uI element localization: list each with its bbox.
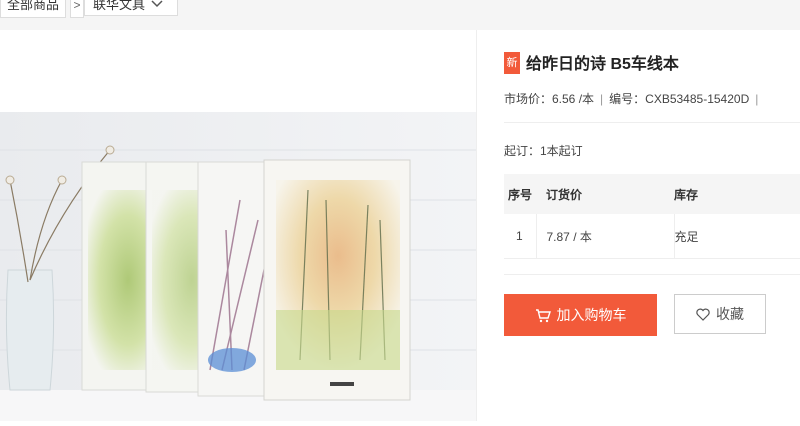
- product-meta: 市场价：6.56 /本 | 编号：CXB53485-15420D |: [504, 90, 764, 107]
- new-badge: 新: [504, 52, 520, 74]
- favorite-label: 收藏: [716, 306, 744, 322]
- breadcrumb: 全部商品 > 联华文具: [0, 0, 800, 30]
- chevron-down-icon: [151, 0, 163, 8]
- cart-icon: [535, 308, 551, 322]
- price-table: 序号 订货价 库存 1 7.87 / 本 充足: [504, 174, 800, 259]
- divider: [504, 274, 800, 275]
- table-row: 1 7.87 / 本 充足: [504, 214, 800, 259]
- meta-separator: |: [755, 92, 759, 106]
- breadcrumb-category-dropdown[interactable]: 联华文具: [84, 0, 178, 16]
- cell-price: 7.87 / 本: [535, 214, 675, 259]
- breadcrumb-separator: >: [70, 0, 84, 18]
- product-title: 给昨日的诗 B5车线本: [526, 56, 679, 73]
- product-image: [0, 30, 477, 421]
- cell-stock: 充足: [674, 214, 800, 259]
- add-to-cart-button[interactable]: 加入购物车: [504, 294, 657, 336]
- add-to-cart-label: 加入购物车: [556, 307, 627, 323]
- breadcrumb-category-label: 联华文具: [93, 0, 146, 12]
- col-header-stock: 库存: [674, 174, 800, 214]
- minimum-order: 起订：1本起订: [504, 144, 583, 158]
- cell-index: 1: [504, 214, 536, 259]
- heart-icon: [696, 308, 710, 321]
- product-photo: [0, 112, 476, 421]
- col-header-index: 序号: [504, 174, 536, 214]
- divider: [504, 122, 800, 123]
- product-sku: 编号：CXB53485-15420D: [609, 92, 750, 106]
- table-header-row: 序号 订货价 库存: [504, 174, 800, 214]
- col-header-price: 订货价: [536, 174, 674, 214]
- market-price: 市场价：6.56 /本: [504, 92, 595, 106]
- breadcrumb-all-products[interactable]: 全部商品: [0, 0, 67, 18]
- favorite-button[interactable]: 收藏: [674, 294, 766, 334]
- meta-separator: |: [600, 92, 604, 106]
